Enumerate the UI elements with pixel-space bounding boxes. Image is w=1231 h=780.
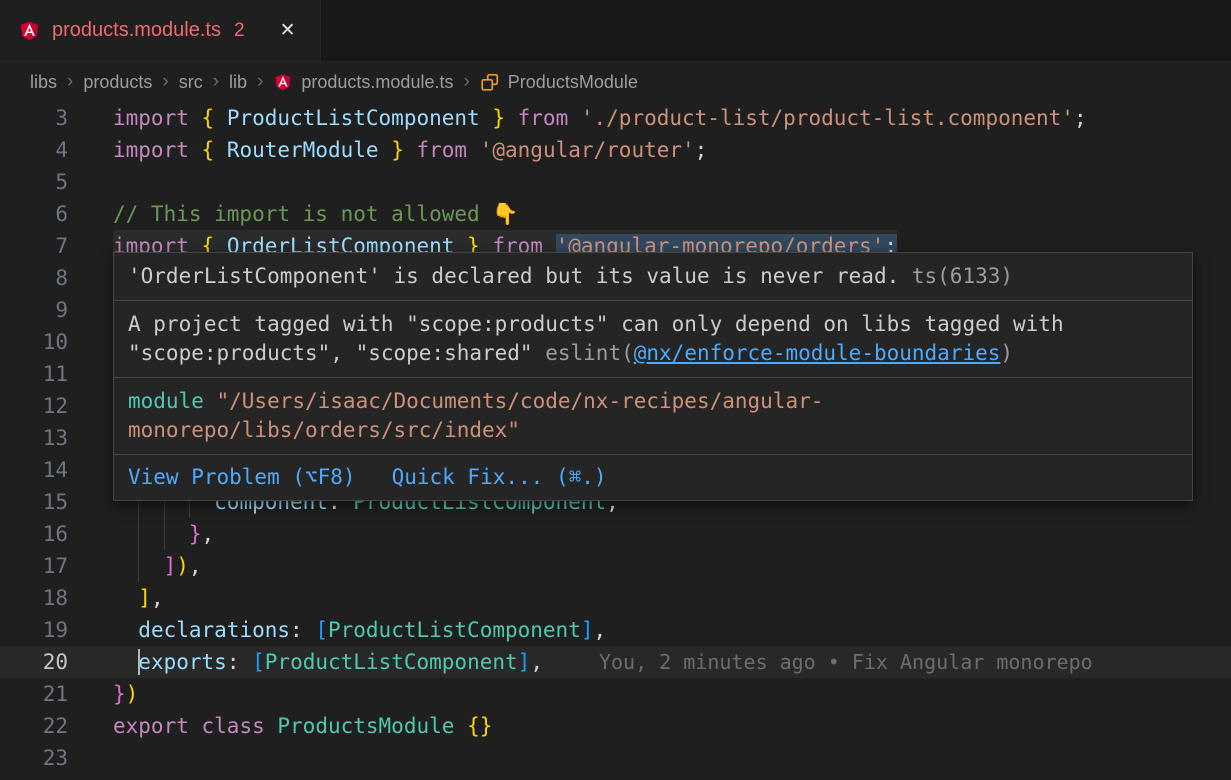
text-cursor — [138, 649, 140, 675]
hover-message-row: module "/Users/isaac/Documents/code/nx-r… — [128, 387, 1178, 416]
hover-message-section: module "/Users/isaac/Documents/code/nx-r… — [114, 378, 1192, 455]
line-number: 18 — [0, 582, 113, 614]
line-number: 6 — [0, 198, 113, 230]
tab-problem-count-badge: 2 — [234, 20, 245, 42]
hover-message-row: 'OrderListComponent' is declared but its… — [128, 262, 1178, 291]
breadcrumb-item-libs[interactable]: libs — [30, 72, 57, 93]
angular-icon — [18, 19, 41, 42]
line-number: 8 — [0, 262, 113, 294]
line-number: 16 — [0, 518, 113, 550]
breadcrumb-separator: › — [67, 71, 73, 93]
breadcrumb-label: lib — [229, 72, 247, 93]
line-number: 13 — [0, 422, 113, 454]
line-number: 9 — [0, 294, 113, 326]
breadcrumb-separator: › — [463, 71, 469, 93]
code-line-3[interactable]: 3import { ProductListComponent } from '.… — [0, 102, 1231, 134]
breadcrumb: libs › products › src › lib › products.module.ts… — [0, 62, 1231, 102]
breadcrumb-label: products — [83, 72, 152, 93]
problem-hover-messages: 'OrderListComponent' is declared but its… — [114, 253, 1192, 455]
popup-action-view[interactable]: View Problem (⌥F8) — [128, 463, 356, 492]
breadcrumb-separator: › — [257, 71, 263, 93]
code-text: ], — [113, 582, 164, 614]
code-text: exports: [ProductListComponent], — [113, 646, 543, 678]
breadcrumb-item-productsmodule[interactable]: ProductsModule — [480, 72, 638, 93]
line-number: 17 — [0, 550, 113, 582]
hover-message-section: 'OrderListComponent' is declared but its… — [114, 253, 1192, 301]
line-number: 23 — [0, 742, 113, 774]
breadcrumb-item-lib[interactable]: lib — [229, 72, 247, 93]
line-number: 20 — [0, 646, 113, 678]
code-text: import { RouterModule } from '@angular/r… — [113, 134, 707, 166]
code-line-4[interactable]: 4import { RouterModule } from '@angular/… — [0, 134, 1231, 166]
hover-message-row: "scope:products", "scope:shared" eslint(… — [128, 339, 1178, 368]
breadcrumb-label: ProductsModule — [508, 72, 638, 93]
breadcrumb-label: src — [179, 72, 203, 93]
eslint-rule-link[interactable]: @nx/enforce-module-boundaries — [634, 341, 1001, 365]
line-number: 22 — [0, 710, 113, 742]
code-line-5[interactable]: 5 — [0, 166, 1231, 198]
problem-hover-actions: View Problem (⌥F8) Quick Fix... (⌘.) — [114, 455, 1192, 500]
code-line-19[interactable]: 19 declarations: [ProductListComponent], — [0, 614, 1231, 646]
line-number: 10 — [0, 326, 113, 358]
code-text: declarations: [ProductListComponent], — [113, 614, 606, 646]
line-number: 7 — [0, 230, 113, 262]
breadcrumb-item-products[interactable]: products — [83, 72, 152, 93]
class-icon — [480, 72, 500, 92]
code-line-23[interactable]: 23 — [0, 742, 1231, 774]
angular-icon — [273, 72, 293, 92]
breadcrumb-separator: › — [213, 71, 219, 93]
code-editor[interactable]: 3import { ProductListComponent } from '.… — [0, 102, 1231, 780]
code-line-20[interactable]: 20 exports: [ProductListComponent], You, … — [0, 646, 1231, 678]
tab-products-module-ts[interactable]: products.module.ts 2 ✕ — [0, 0, 321, 61]
line-number: 14 — [0, 454, 113, 486]
git-blame-annotation: You, 2 minutes ago • Fix Angular monorep… — [599, 646, 1093, 678]
vscode-window: products.module.ts 2 ✕ libs › products › src… — [0, 0, 1231, 780]
problem-hover-popup: 'OrderListComponent' is declared but its… — [113, 252, 1193, 501]
line-number: 21 — [0, 678, 113, 710]
line-number: 12 — [0, 390, 113, 422]
line-number: 5 — [0, 166, 113, 198]
breadcrumb-label: products.module.ts — [301, 72, 453, 93]
line-number: 19 — [0, 614, 113, 646]
breadcrumb-item-products-module-ts[interactable]: products.module.ts — [273, 72, 453, 93]
code-text: ]), — [113, 550, 202, 582]
code-text: // This import is not allowed 👇 — [113, 198, 518, 230]
tab-filename: products.module.ts — [52, 19, 221, 42]
code-line-17[interactable]: 17 ]), — [0, 550, 1231, 582]
code-text: export class ProductsModule {} — [113, 710, 492, 742]
code-line-21[interactable]: 21}) — [0, 678, 1231, 710]
code-line-6[interactable]: 6// This import is not allowed 👇 — [0, 198, 1231, 230]
hover-message-section: A project tagged with "scope:products" c… — [114, 301, 1192, 378]
code-line-18[interactable]: 18 ], — [0, 582, 1231, 614]
code-line-16[interactable]: 16 }, — [0, 518, 1231, 550]
line-number: 15 — [0, 486, 113, 518]
breadcrumb-separator: › — [162, 71, 168, 93]
code-text: }) — [113, 678, 138, 710]
line-number: 11 — [0, 358, 113, 390]
hover-message-row: monorepo/libs/orders/src/index" — [128, 416, 1178, 445]
code-line-22[interactable]: 22export class ProductsModule {} — [0, 710, 1231, 742]
code-text: import { ProductListComponent } from './… — [113, 102, 1087, 134]
breadcrumb-item-src[interactable]: src — [179, 72, 203, 93]
breadcrumb-label: libs — [30, 72, 57, 93]
close-tab-icon[interactable]: ✕ — [274, 17, 302, 45]
editor-tab-bar: products.module.ts 2 ✕ — [0, 0, 1231, 62]
line-number: 4 — [0, 134, 113, 166]
line-number: 3 — [0, 102, 113, 134]
hover-message-row: A project tagged with "scope:products" c… — [128, 310, 1178, 339]
popup-action-quick[interactable]: Quick Fix... (⌘.) — [392, 463, 607, 492]
